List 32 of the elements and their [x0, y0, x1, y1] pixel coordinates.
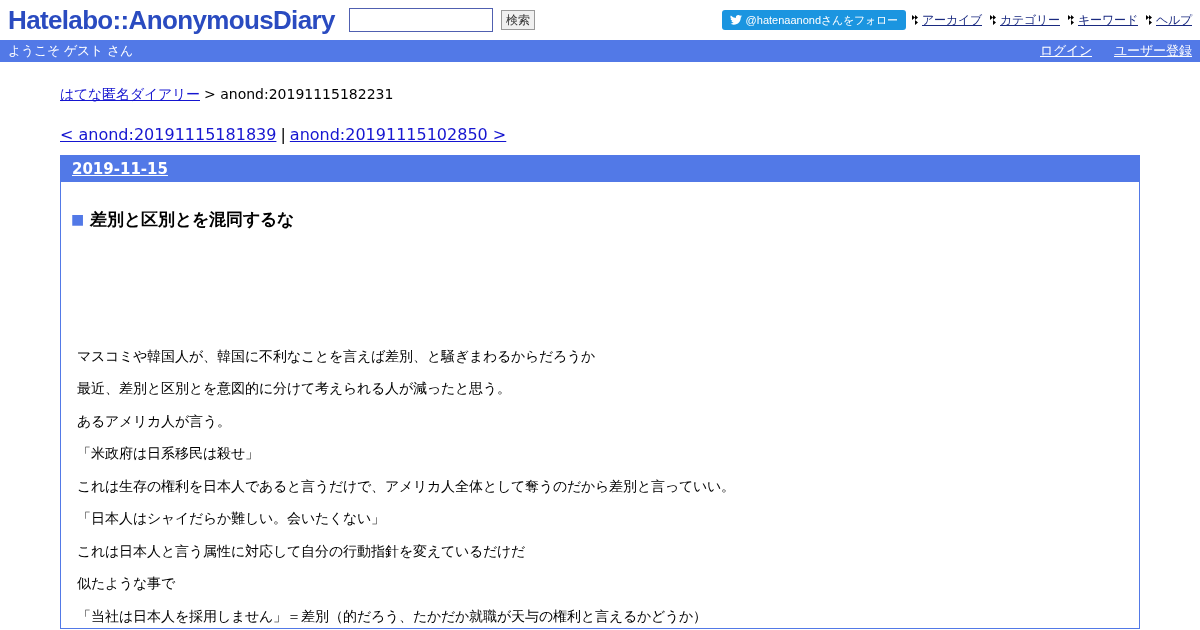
- separator: |: [280, 124, 286, 146]
- previous-entry-link[interactable]: < anond:20191115181839: [60, 123, 277, 147]
- welcome-text: ようこそ ゲスト さん: [8, 42, 134, 61]
- breadcrumb-link[interactable]: はてな匿名ダイアリー: [60, 84, 200, 105]
- paragraph: 「日本人はシャイだらか難しい。会いたくない」: [77, 509, 386, 528]
- arrow-icon: [1146, 15, 1153, 25]
- breadcrumb-current: > anond:20191115182231: [204, 85, 394, 104]
- arrow-icon: [990, 15, 997, 25]
- site-logo[interactable]: Hatelabo::AnonymousDiary: [8, 0, 335, 40]
- paragraph: これは生存の権利を日本人であると言うだけで、アメリカ人全体として奪うのだから差別と言っていい。: [77, 476, 736, 495]
- paragraph: マスコミや韓国人が、韓国に不利なことを言えば差別、と騒ぎまわるからだろうか: [77, 346, 596, 365]
- paragraph: 似たような事で: [77, 574, 176, 593]
- arrow-icon: [1068, 15, 1075, 25]
- entry-title: 差別と区別とを混同するな: [90, 208, 295, 231]
- search-field[interactable]: [348, 8, 493, 32]
- nav-link[interactable]: カテゴリー: [1000, 11, 1060, 29]
- paragraph: これは日本人と言う属性に対応して自分の行動指針を変えているだけだ: [77, 541, 526, 560]
- user-link[interactable]: ログイン: [1040, 41, 1092, 61]
- paragraph: あるアメリカ人が言う。: [77, 411, 232, 430]
- paragraph: 最近、差別と区別とを意図的に分けて考えられる人が減ったと思う。: [77, 379, 512, 398]
- next-entry-link[interactable]: anond:20191115102850 >: [289, 123, 507, 147]
- nav-link[interactable]: キーワード: [1078, 11, 1138, 29]
- entry-date[interactable]: 2019-11-15: [72, 157, 168, 181]
- bird-icon: [729, 15, 742, 25]
- paragraph: 「当社は日本人を採用しません」＝差別（的だろう、たかだか就職が天与の権利と言えるかどうか）: [77, 606, 708, 625]
- arrow-icon: [912, 15, 919, 25]
- paragraph: 「米政府は日系移民は殺せ」: [77, 444, 260, 463]
- nav-link[interactable]: ヘルプ: [1156, 11, 1192, 29]
- user-link[interactable]: ユーザー登録: [1114, 41, 1192, 61]
- search-button[interactable]: 検索: [500, 10, 535, 30]
- nav-link[interactable]: アーカイブ: [922, 11, 982, 29]
- entry-mark[interactable]: ■: [71, 209, 85, 231]
